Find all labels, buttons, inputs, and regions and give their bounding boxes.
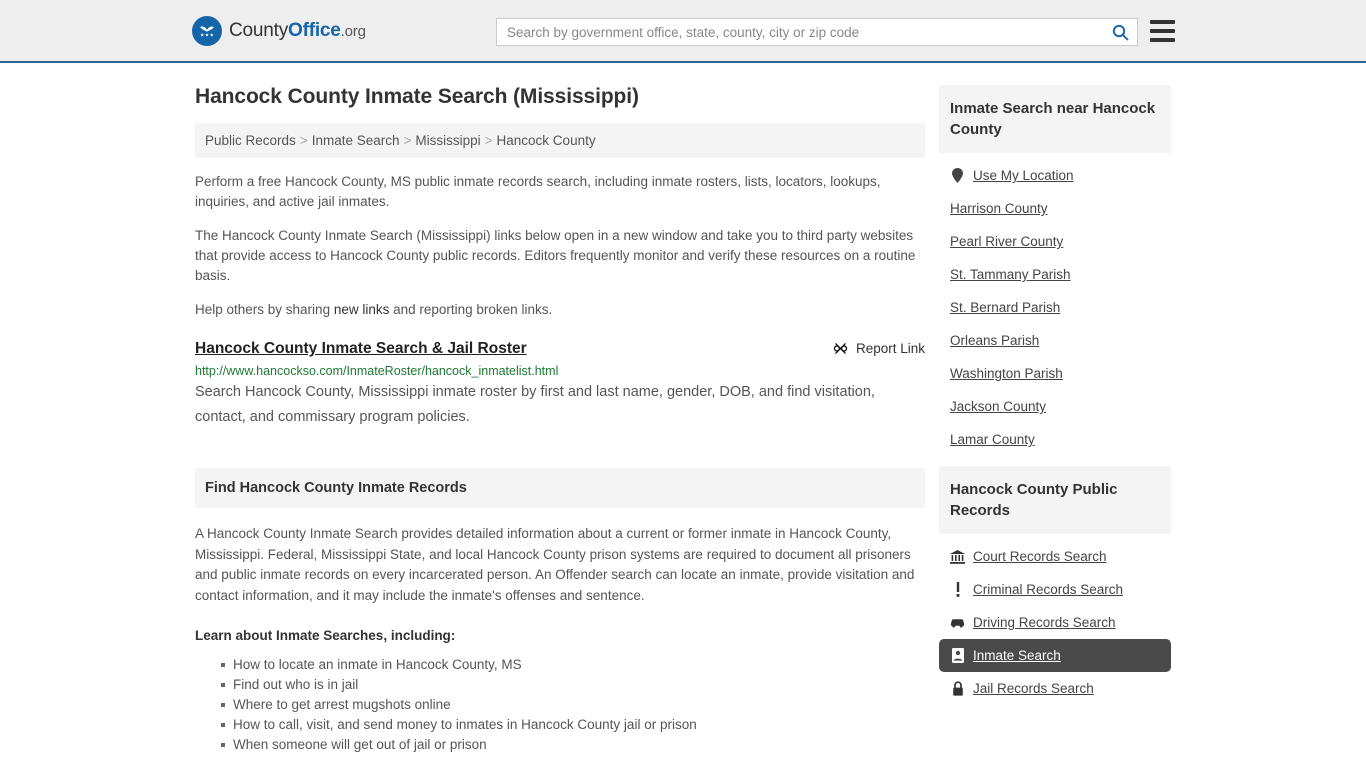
sidebar-item-criminal-records-search[interactable]: Criminal Records Search: [939, 573, 1171, 606]
list-item: How to locate an inmate in Hancock Count…: [221, 655, 925, 675]
sidebar-item-label[interactable]: Orleans Parish: [950, 333, 1039, 348]
hamburger-bar: [1150, 29, 1175, 33]
sidebar-item-st-tammany-parish[interactable]: St. Tammany Parish: [939, 258, 1171, 291]
intro-text: Perform a free Hancock County, MS public…: [195, 172, 925, 320]
section-paragraph: A Hancock County Inmate Search provides …: [195, 526, 915, 603]
new-links-link[interactable]: new links: [334, 302, 390, 317]
breadcrumb-item-inmate-search[interactable]: Inmate Search: [312, 133, 400, 148]
report-link-label: Report Link: [855, 341, 925, 356]
hamburger-bar: [1150, 20, 1175, 24]
id-card-icon: [950, 648, 965, 663]
map-pin-icon: [950, 168, 965, 183]
section-body: A Hancock County Inmate Search provides …: [195, 524, 925, 755]
sidebar-item-label[interactable]: Criminal Records Search: [973, 582, 1123, 597]
result-description: Search Hancock County, Mississippi inmat…: [195, 384, 875, 425]
search-input[interactable]: [497, 19, 1103, 45]
sidebar-item-lamar-county[interactable]: Lamar County: [939, 423, 1171, 456]
find-records-section: Find Hancock County Inmate Records A Han…: [195, 468, 925, 755]
list-item: Where to get arrest mugshots online: [221, 695, 925, 715]
sidebar-item-label[interactable]: Lamar County: [950, 432, 1035, 447]
logo-text-county: County: [229, 19, 289, 41]
exclamation-icon: [950, 582, 965, 597]
list-item: Find out who is in jail: [221, 675, 925, 695]
intro-paragraph-3: Help others by sharing new links and rep…: [195, 300, 925, 320]
report-link-button[interactable]: Report Link: [833, 340, 925, 356]
search-bar[interactable]: [496, 18, 1138, 46]
public-records-list: Court Records Search Criminal Records Se…: [939, 534, 1171, 705]
sidebar-item-label[interactable]: Driving Records Search: [973, 615, 1116, 630]
search-button[interactable]: [1103, 19, 1137, 45]
sidebar: Inmate Search near Hancock County Use My…: [939, 63, 1171, 755]
breadcrumb-item-hancock-county[interactable]: Hancock County: [497, 133, 596, 148]
nearby-panel-heading: Inmate Search near Hancock County: [939, 85, 1171, 153]
learn-heading: Learn about Inmate Searches, including:: [195, 628, 456, 643]
public-records-panel: Hancock County Public Records Court Reco…: [939, 466, 1171, 705]
hamburger-bar: [1150, 38, 1175, 42]
site-header: CountyOffice.org: [0, 0, 1366, 63]
main-content: Hancock County Inmate Search (Mississipp…: [195, 63, 925, 755]
sidebar-item-court-records-search[interactable]: Court Records Search: [939, 540, 1171, 573]
sidebar-item-jail-records-search[interactable]: Jail Records Search: [939, 672, 1171, 705]
list-item: How to call, visit, and send money to in…: [221, 715, 925, 735]
sidebar-item-harrison-county[interactable]: Harrison County: [939, 192, 1171, 225]
broken-link-icon: [833, 343, 848, 354]
site-logo[interactable]: CountyOffice.org: [192, 15, 366, 46]
public-records-panel-heading: Hancock County Public Records: [939, 466, 1171, 534]
nearby-panel: Inmate Search near Hancock County Use My…: [939, 85, 1171, 456]
sidebar-item-washington-parish[interactable]: Washington Parish: [939, 357, 1171, 390]
logo-text-office: Office: [288, 19, 341, 41]
sidebar-item-jackson-county[interactable]: Jackson County: [939, 390, 1171, 423]
sidebar-item-label[interactable]: Pearl River County: [950, 234, 1063, 249]
result-item: Hancock County Inmate Search & Jail Rost…: [195, 340, 925, 430]
hamburger-menu-icon[interactable]: [1150, 20, 1175, 42]
intro-paragraph-1: Perform a free Hancock County, MS public…: [195, 174, 881, 209]
share-text-after: and reporting broken links.: [389, 302, 553, 317]
lock-icon: [950, 681, 965, 696]
sidebar-item-inmate-search[interactable]: Inmate Search: [939, 639, 1171, 672]
breadcrumb-item-public-records[interactable]: Public Records: [205, 133, 296, 148]
nearby-list: Use My Location Harrison County Pearl Ri…: [939, 153, 1171, 456]
sidebar-item-use-my-location[interactable]: Use My Location: [939, 159, 1171, 192]
logo-text-org: .org: [340, 22, 366, 40]
learn-list: How to locate an inmate in Hancock Count…: [195, 655, 925, 755]
page-container: Hancock County Inmate Search (Mississipp…: [0, 63, 1366, 755]
result-header: Hancock County Inmate Search & Jail Rost…: [195, 340, 925, 358]
list-item: When someone will get out of jail or pri…: [221, 735, 925, 755]
sidebar-item-label[interactable]: Harrison County: [950, 201, 1048, 216]
sidebar-item-label[interactable]: St. Tammany Parish: [950, 267, 1071, 282]
sidebar-item-pearl-river-county[interactable]: Pearl River County: [939, 225, 1171, 258]
share-text-before: Help others by sharing: [195, 302, 334, 317]
sidebar-item-label[interactable]: Jackson County: [950, 399, 1046, 414]
courthouse-icon: [950, 549, 965, 564]
breadcrumb-separator: >: [299, 133, 308, 148]
sidebar-item-label[interactable]: St. Bernard Parish: [950, 300, 1060, 315]
sidebar-item-label[interactable]: Washington Parish: [950, 366, 1063, 381]
logo-text: CountyOffice.org: [229, 20, 366, 42]
sidebar-item-orleans-parish[interactable]: Orleans Parish: [939, 324, 1171, 357]
sidebar-item-label[interactable]: Inmate Search: [973, 648, 1061, 663]
sidebar-item-label[interactable]: Jail Records Search: [973, 681, 1094, 696]
sidebar-item-driving-records-search[interactable]: Driving Records Search: [939, 606, 1171, 639]
car-icon: [950, 615, 965, 630]
eagle-seal-icon: [192, 15, 222, 46]
breadcrumb-separator: >: [403, 133, 412, 148]
breadcrumb-item-mississippi[interactable]: Mississippi: [415, 133, 480, 148]
result-title-link[interactable]: Hancock County Inmate Search & Jail Rost…: [195, 340, 527, 358]
sidebar-item-st-bernard-parish[interactable]: St. Bernard Parish: [939, 291, 1171, 324]
breadcrumb-separator: >: [484, 133, 493, 148]
breadcrumb: Public Records > Inmate Search > Mississippi…: [195, 123, 925, 158]
search-icon: [1112, 24, 1128, 40]
sidebar-item-label[interactable]: Use My Location: [973, 168, 1074, 183]
section-heading: Find Hancock County Inmate Records: [195, 468, 925, 508]
sidebar-item-label[interactable]: Court Records Search: [973, 549, 1107, 564]
page-title: Hancock County Inmate Search (Mississipp…: [195, 85, 639, 108]
intro-paragraph-2: The Hancock County Inmate Search (Missis…: [195, 228, 916, 283]
result-url: http://www.hancockso.com/InmateRoster/ha…: [195, 364, 559, 378]
